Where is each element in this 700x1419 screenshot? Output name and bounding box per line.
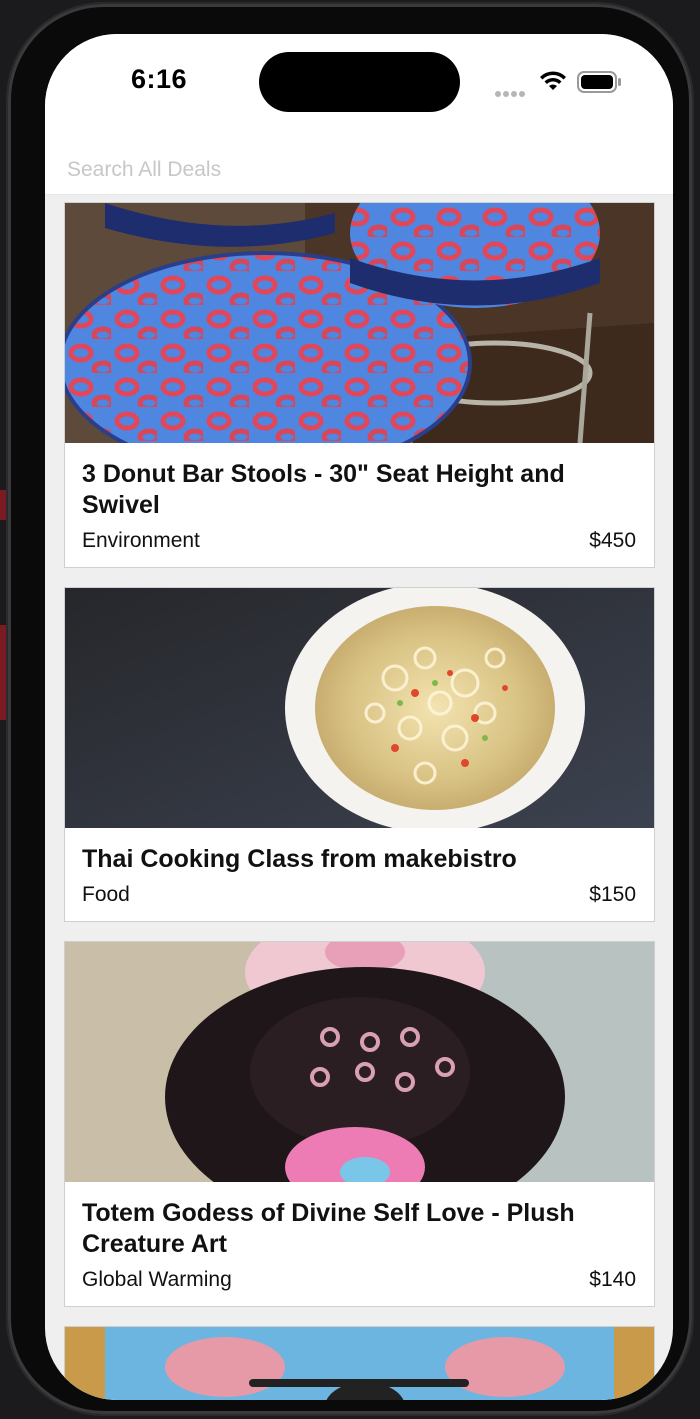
wifi-icon xyxy=(540,71,566,90)
deal-card[interactable]: Totem Godess of Divine Self Love - Plush… xyxy=(64,941,655,1307)
deal-card[interactable]: 3 Donut Bar Stools - 30" Seat Height and… xyxy=(64,202,655,568)
phone-frame: 6:16 Search All Deals 3 Donut Bar Stools… xyxy=(8,4,692,1414)
deal-meta: Environment $450 xyxy=(82,529,636,553)
status-bar: 6:16 xyxy=(45,34,673,144)
background-decoration xyxy=(0,625,6,720)
deal-category: Environment xyxy=(82,529,200,552)
deal-info: 3 Donut Bar Stools - 30" Seat Height and… xyxy=(65,443,654,567)
dynamic-island xyxy=(259,52,460,112)
app-screen: 6:16 Search All Deals 3 Donut Bar Stools… xyxy=(45,34,673,1400)
status-time: 6:16 xyxy=(131,64,188,94)
deal-price: $140 xyxy=(589,1268,636,1291)
deals-list: 3 Donut Bar Stools - 30" Seat Height and… xyxy=(64,202,655,1400)
deal-price: $450 xyxy=(589,529,636,552)
deal-image[interactable] xyxy=(65,1327,654,1400)
deal-meta: Food $150 xyxy=(82,883,636,907)
deal-meta: Global Warming $140 xyxy=(82,1268,636,1292)
search-bar xyxy=(45,144,673,195)
deal-info: Thai Cooking Class from makebistro Food … xyxy=(65,828,654,921)
deal-image[interactable] xyxy=(65,203,654,443)
background-decoration xyxy=(0,490,6,520)
deal-card[interactable] xyxy=(64,1326,655,1400)
cellular-signal-icon xyxy=(495,84,527,102)
deal-category: Global Warming xyxy=(82,1268,232,1291)
deal-price: $150 xyxy=(589,883,636,906)
deal-image[interactable] xyxy=(65,942,654,1182)
deal-title: Totem Godess of Divine Self Love - Plush… xyxy=(82,1199,575,1258)
battery-icon xyxy=(577,71,621,93)
deal-title: 3 Donut Bar Stools - 30" Seat Height and… xyxy=(82,460,565,519)
search-input[interactable] xyxy=(65,154,629,186)
deal-info: Totem Godess of Divine Self Love - Plush… xyxy=(65,1182,654,1306)
deal-card[interactable]: Thai Cooking Class from makebistro Food … xyxy=(64,587,655,922)
deal-category: Food xyxy=(82,883,130,906)
deal-image[interactable] xyxy=(65,588,654,828)
home-indicator[interactable] xyxy=(249,1379,469,1387)
deal-title: Thai Cooking Class from makebistro xyxy=(82,845,517,873)
